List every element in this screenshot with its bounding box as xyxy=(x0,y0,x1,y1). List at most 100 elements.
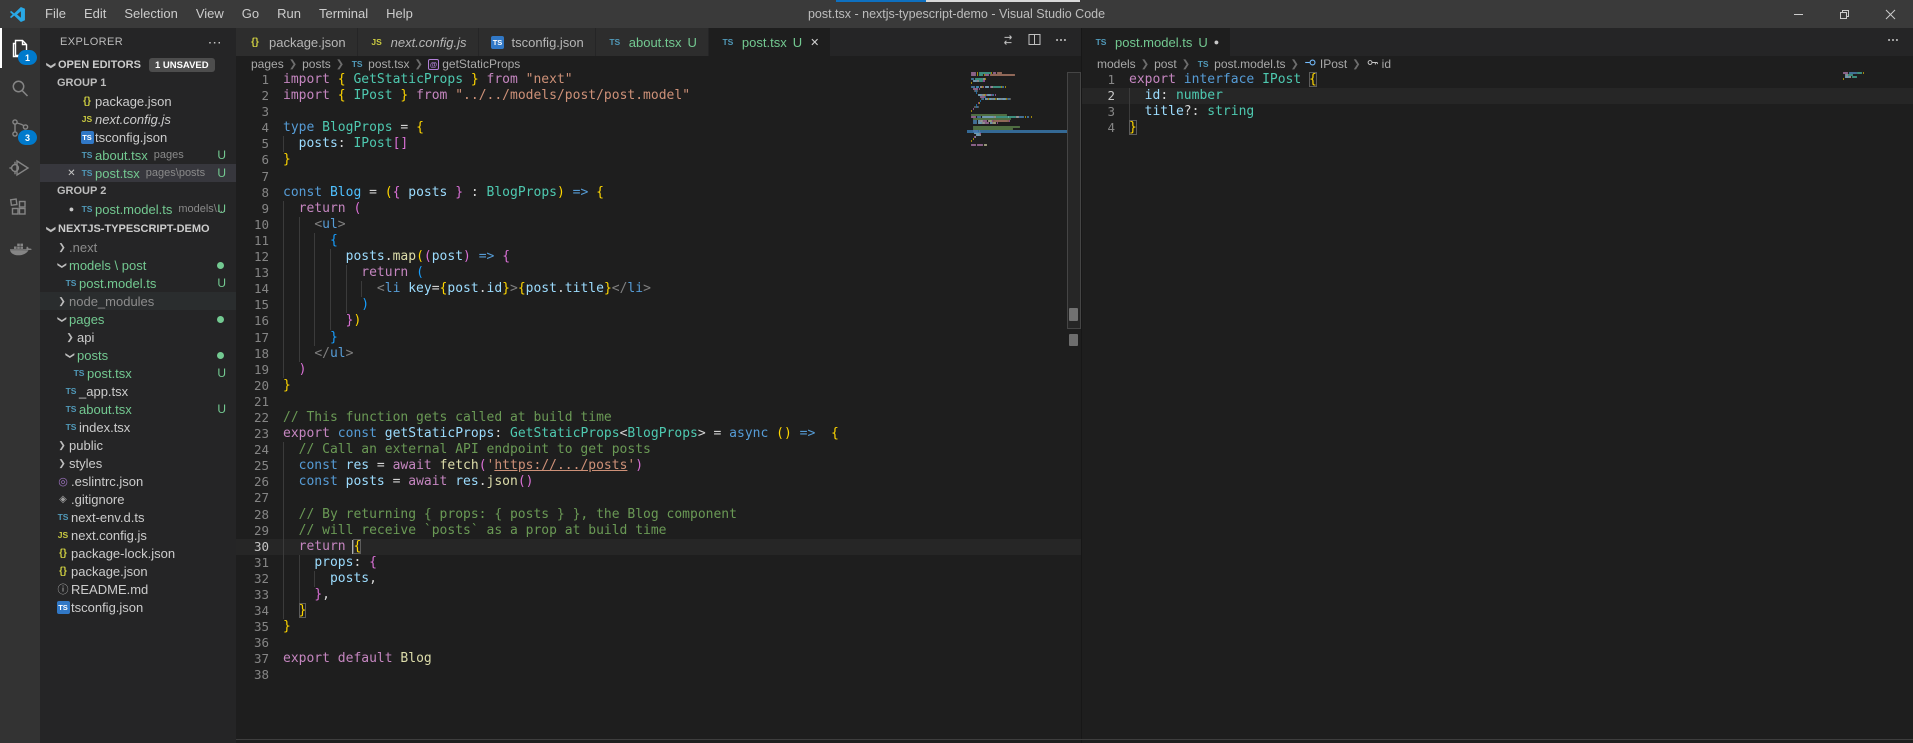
dirty-dot-icon[interactable]: ● xyxy=(1214,37,1219,47)
tab-post-tsx[interactable]: TS post.tsx U ✕ xyxy=(708,28,832,56)
tree-item-next-env-d-ts[interactable]: TS next-env.d.ts xyxy=(40,508,236,526)
minimize-button[interactable] xyxy=(1775,0,1821,28)
breadcrumb-label: id xyxy=(1381,57,1392,71)
line-number: 24 xyxy=(253,442,269,458)
code-line: 5 posts: IPost[] xyxy=(236,136,1081,153)
breadcrumb-item[interactable]: TS post.tsx xyxy=(349,57,410,71)
open-editor-item[interactable]: TS about.tsx pages U xyxy=(40,146,236,164)
line-content: export default Blog xyxy=(283,651,1081,667)
code-token: = xyxy=(431,281,440,297)
tree-item-post-model-ts[interactable]: TS post.model.ts U xyxy=(40,274,236,292)
tree-item-posts[interactable]: ❯ posts xyxy=(40,346,236,364)
breadcrumb-item[interactable]: pages xyxy=(251,57,284,71)
tree-item--next[interactable]: ❯ .next xyxy=(40,238,236,256)
indent-guide xyxy=(283,458,284,475)
tab-tsconfig-json[interactable]: TS tsconfig.json xyxy=(478,28,596,56)
line-content: id: number xyxy=(1129,88,1913,105)
menu-view[interactable]: View xyxy=(187,0,233,28)
open-editor-item[interactable]: ✕ TS post.tsx pages\posts U xyxy=(40,164,236,182)
tab-package-json[interactable]: {} package.json xyxy=(236,28,358,56)
more-actions-icon[interactable] xyxy=(1054,33,1068,52)
code-token: . xyxy=(478,281,487,297)
tree-item-package-json[interactable]: {} package.json xyxy=(40,562,236,580)
tab-post-model-ts[interactable]: TS post.model.ts U ● xyxy=(1082,28,1232,56)
minimap[interactable] xyxy=(967,72,1067,154)
tree-item--app-tsx[interactable]: TS _app.tsx xyxy=(40,382,236,400)
dirty-dot-icon[interactable]: ● xyxy=(64,204,79,214)
activity-extensions-icon[interactable] xyxy=(0,188,40,228)
activity-search-icon[interactable] xyxy=(0,68,40,108)
tree-item-next-config-js[interactable]: JS next.config.js xyxy=(40,526,236,544)
tree-item-public[interactable]: ❯ public xyxy=(40,436,236,454)
close-window-button[interactable] xyxy=(1867,0,1913,28)
tree-item-readme-md[interactable]: ⓘ README.md xyxy=(40,580,236,598)
menu-help[interactable]: Help xyxy=(377,0,422,28)
code-editor[interactable]: 1 import { GetStaticProps } from "next" 2 i… xyxy=(236,72,1081,743)
activity-source-control-icon[interactable]: 3 xyxy=(0,108,40,148)
code-token: return xyxy=(298,538,346,554)
tree-item-pages[interactable]: ❯ pages xyxy=(40,310,236,328)
minimap[interactable] xyxy=(1839,72,1899,86)
open-changes-icon[interactable] xyxy=(1001,33,1015,52)
code-line: 4 type BlogProps = { xyxy=(236,120,1081,136)
minimap-line xyxy=(982,98,984,100)
menu-edit[interactable]: Edit xyxy=(75,0,115,28)
more-actions-icon[interactable] xyxy=(1886,33,1900,52)
activity-run-debug-icon[interactable] xyxy=(0,148,40,188)
breadcrumb-item[interactable]: IPost xyxy=(1304,56,1347,72)
menu-selection[interactable]: Selection xyxy=(115,0,186,28)
code-token: } xyxy=(283,152,291,168)
indent-guide xyxy=(314,232,316,250)
tree-item-api[interactable]: ❯ api xyxy=(40,328,236,346)
close-icon[interactable]: ✕ xyxy=(64,168,79,179)
minimap-line xyxy=(985,78,987,80)
tree-item-post-tsx[interactable]: TS post.tsx U xyxy=(40,364,236,382)
sidebar-more-icon[interactable]: ⋯ xyxy=(208,34,222,51)
breadcrumb-item[interactable]: models xyxy=(1097,57,1136,71)
activity-explorer-icon[interactable]: 1 xyxy=(0,28,40,68)
tree-item-package-lock-json[interactable]: {} package-lock.json xyxy=(40,544,236,562)
open-editors-header[interactable]: ❯ OPEN EDITORS 1 UNSAVED xyxy=(40,56,236,74)
breadcrumb-item[interactable]: id xyxy=(1366,56,1391,72)
git-status-badge: U xyxy=(217,366,226,380)
eslint-file-icon: ◎ xyxy=(58,475,68,488)
close-icon[interactable]: ✕ xyxy=(810,36,819,49)
project-header[interactable]: ❯ NEXTJS-TYPESCRIPT-DEMO xyxy=(40,220,236,238)
tree-item-node-modules[interactable]: ❯ node_modules xyxy=(40,292,236,310)
menu-go[interactable]: Go xyxy=(233,0,268,28)
menu-file[interactable]: File xyxy=(36,0,75,28)
line-number: 21 xyxy=(253,393,269,409)
breadcrumb-item[interactable]: posts xyxy=(302,57,331,71)
chevron-right-icon: ❯ xyxy=(288,58,298,70)
tree-item--eslintrc-json[interactable]: ◎ .eslintrc.json xyxy=(40,472,236,490)
code-line: 23 export const getStaticProps: GetStatic… xyxy=(236,426,1081,442)
top-accent-blue xyxy=(836,0,926,2)
breadcrumb-item[interactable]: TS post.model.ts xyxy=(1195,57,1286,71)
tree-item-models-post[interactable]: ❯ models \ post xyxy=(40,256,236,274)
open-editor-item[interactable]: ● TS post.model.ts models\... U xyxy=(40,200,236,218)
open-editor-item[interactable]: JS next.config.js xyxy=(40,110,236,128)
code-editor[interactable]: 1 export interface IPost {2 id: number 3 t… xyxy=(1082,72,1913,743)
line-content: import { GetStaticProps } from "next" xyxy=(283,72,1081,88)
scrollbar[interactable] xyxy=(1067,72,1081,743)
tree-item-styles[interactable]: ❯ styles xyxy=(40,454,236,472)
scrollbar-slider[interactable] xyxy=(1067,72,1081,329)
tree-item-index-tsx[interactable]: TS index.tsx xyxy=(40,418,236,436)
open-editor-item[interactable]: TS tsconfig.json xyxy=(40,128,236,146)
menu-run[interactable]: Run xyxy=(268,0,310,28)
code-token: ) xyxy=(463,249,471,265)
tab-about-tsx[interactable]: TS about.tsx U xyxy=(595,28,709,56)
line-number: 5 xyxy=(261,136,269,152)
activity-docker-icon[interactable] xyxy=(0,228,40,268)
tab-next-config-js[interactable]: JS next.config.js xyxy=(357,28,479,56)
line-content: ) xyxy=(283,297,1081,314)
tree-item-tsconfig-json[interactable]: TS tsconfig.json xyxy=(40,598,236,616)
open-editor-item[interactable]: {} package.json xyxy=(40,92,236,110)
breadcrumb-item[interactable]: post xyxy=(1154,57,1177,71)
tree-item-about-tsx[interactable]: TS about.tsx U xyxy=(40,400,236,418)
breadcrumb-item[interactable]: @ getStaticProps xyxy=(427,57,520,71)
menu-terminal[interactable]: Terminal xyxy=(310,0,377,28)
split-editor-icon[interactable] xyxy=(1028,33,1041,51)
tree-item--gitignore[interactable]: ◈ .gitignore xyxy=(40,490,236,508)
restore-button[interactable] xyxy=(1821,0,1867,28)
